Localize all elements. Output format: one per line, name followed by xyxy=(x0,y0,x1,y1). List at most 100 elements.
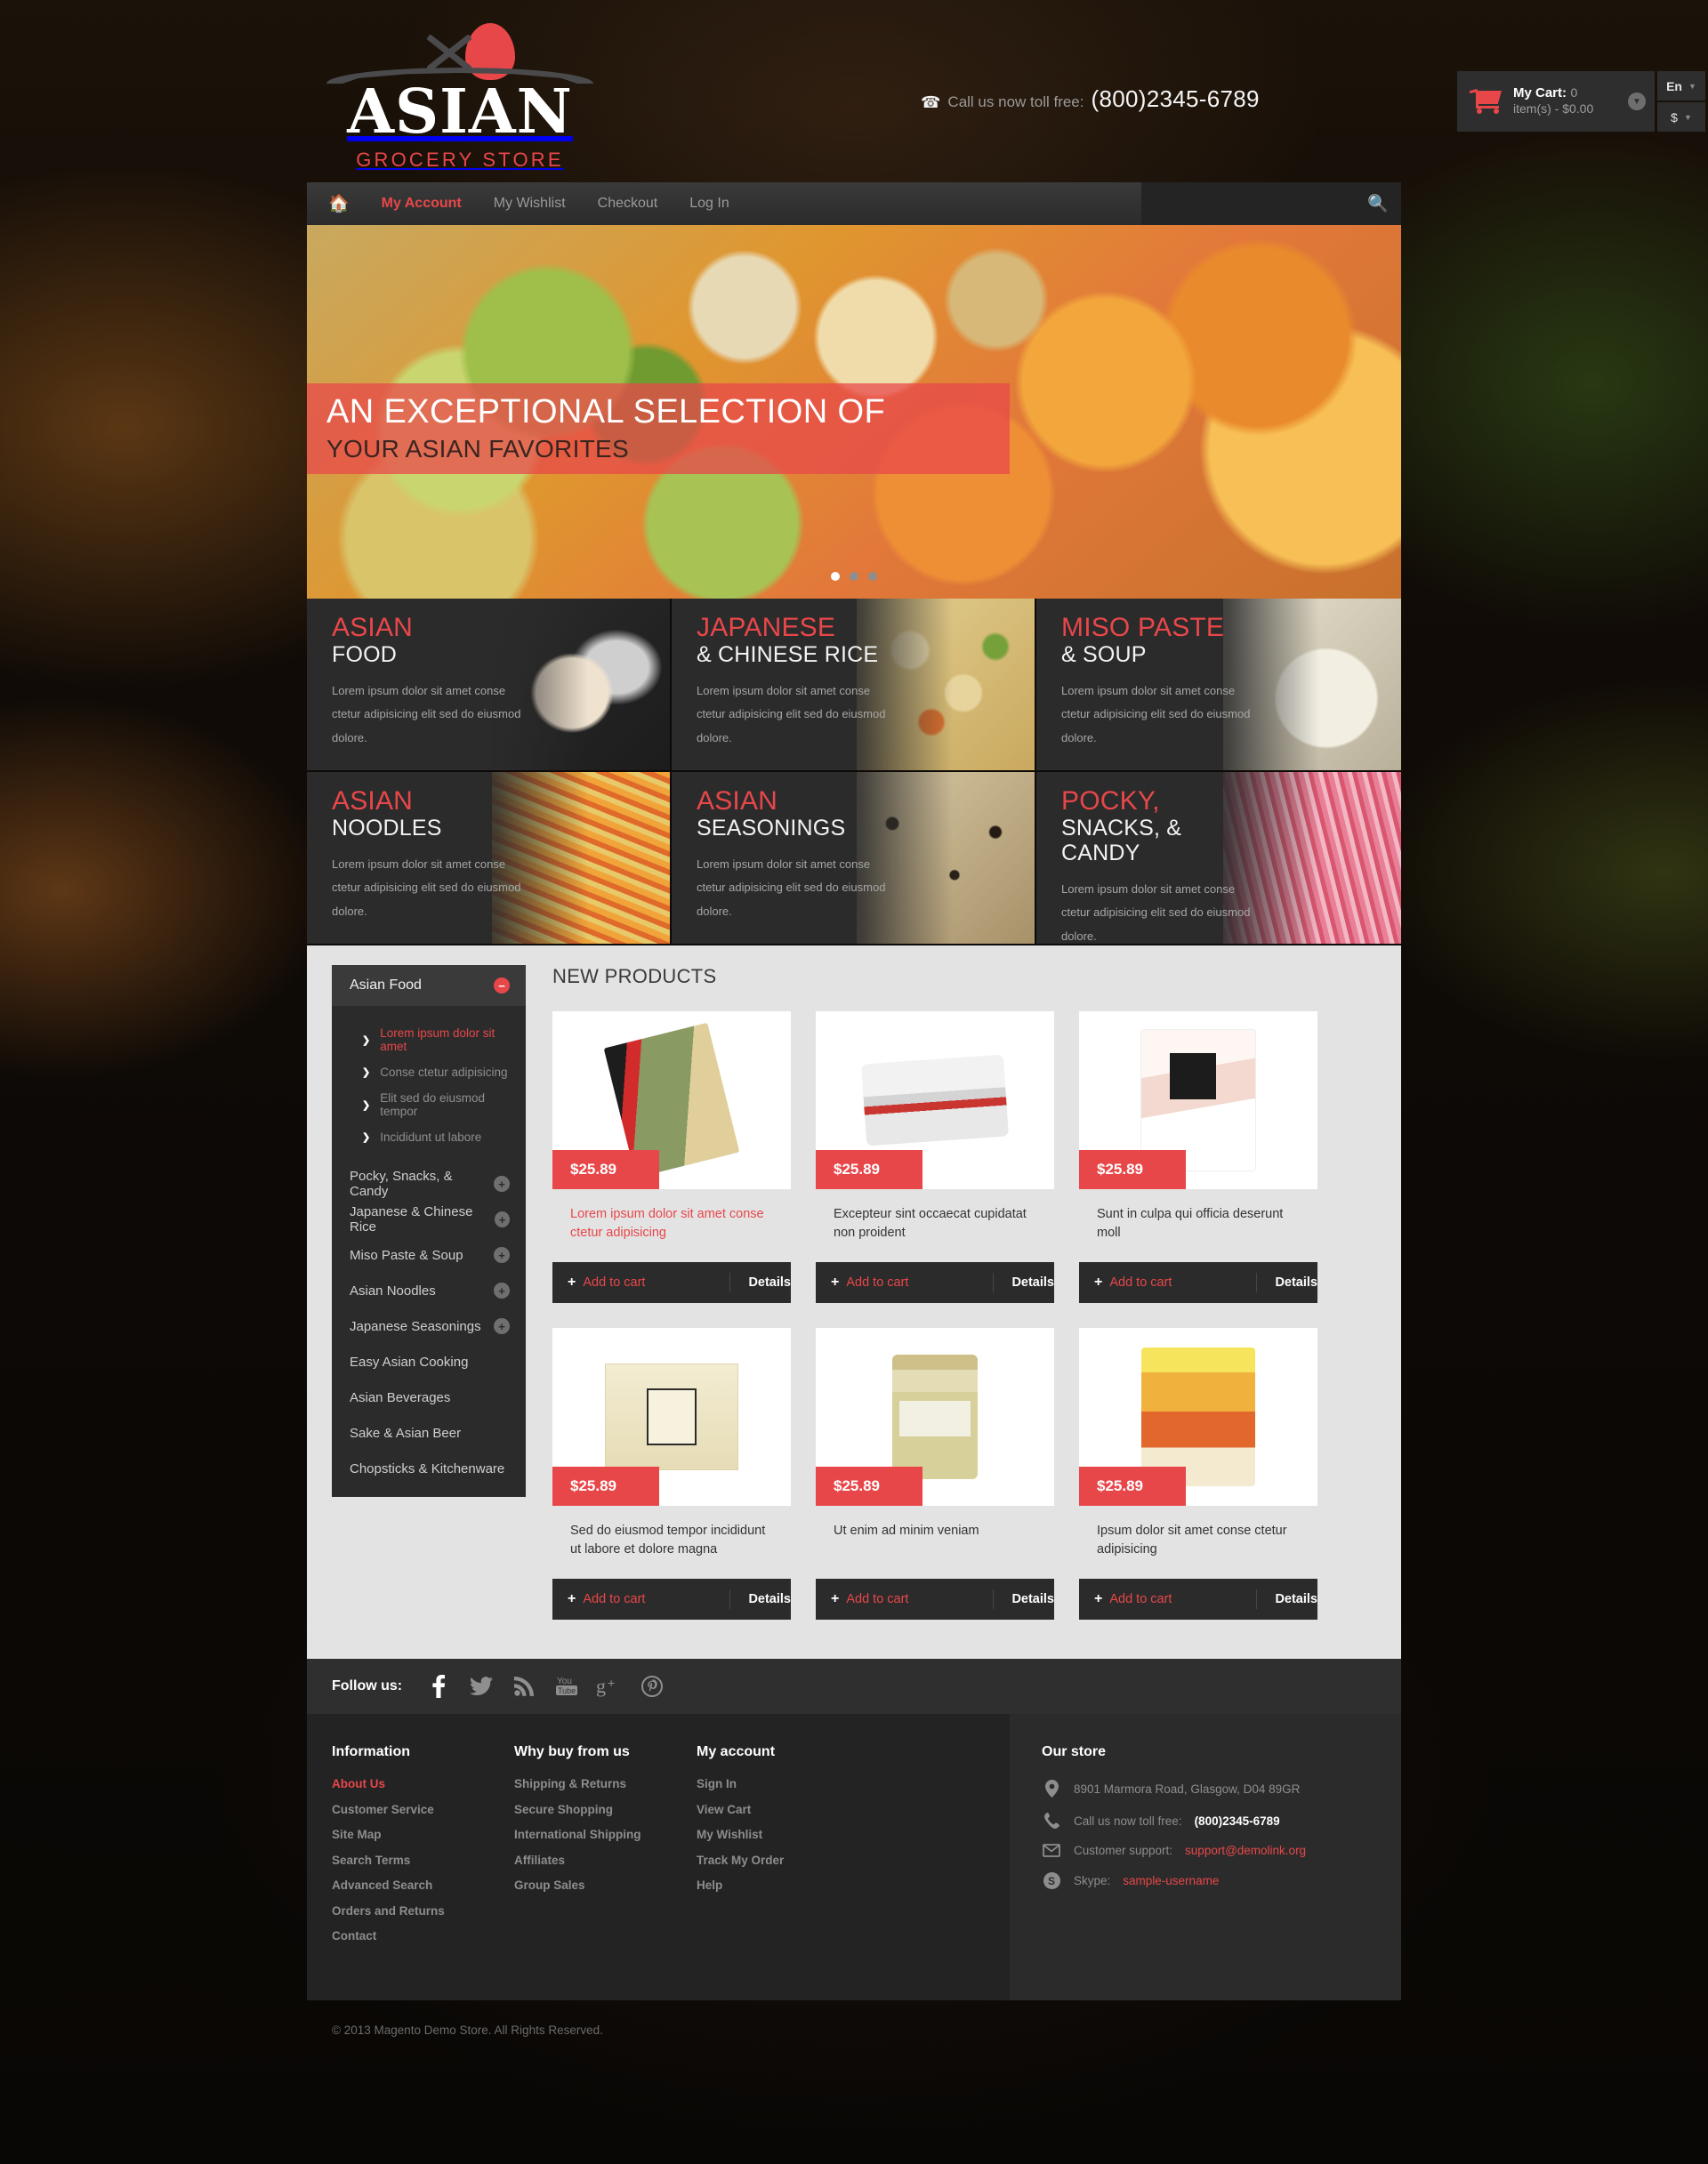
product-name[interactable]: Lorem ipsum dolor sit amet conse ctetur … xyxy=(570,1205,773,1243)
nav-item-my-account[interactable]: My Account xyxy=(366,196,478,212)
store-support-email[interactable]: support@demolink.org xyxy=(1185,1844,1306,1857)
list-item[interactable]: ❯ Elit sed do eiusmod tempor xyxy=(332,1085,526,1124)
category-tile-japanese-chinese-rice[interactable]: JAPANESE & CHINESE RICE Lorem ipsum dolo… xyxy=(672,599,1036,772)
sidebar-item-pocky-snacks-candy[interactable]: Pocky, Snacks, & Candy + xyxy=(332,1166,526,1202)
details-button[interactable]: Details xyxy=(994,1592,1054,1606)
hero-dot-3[interactable] xyxy=(868,572,877,581)
product-card[interactable]: $25.89 Ut enim ad minim veniam + Add to … xyxy=(816,1328,1054,1621)
product-name[interactable]: Ut enim ad minim veniam xyxy=(834,1522,1036,1541)
product-image[interactable]: $25.89 xyxy=(816,1328,1054,1507)
currency-select[interactable]: $ ▼ xyxy=(1657,102,1705,132)
plus-icon[interactable]: + xyxy=(494,1247,510,1263)
plus-icon[interactable]: + xyxy=(494,1318,510,1334)
product-name[interactable]: Sed do eiusmod tempor incididunt ut labo… xyxy=(570,1522,773,1559)
product-card[interactable]: $25.89 Ipsum dolor sit amet conse ctetur… xyxy=(1079,1328,1317,1621)
list-item[interactable]: ❯ Incididunt ut labore xyxy=(332,1124,526,1150)
product-image[interactable]: $25.89 xyxy=(816,1011,1054,1189)
pinterest-icon[interactable] xyxy=(633,1671,671,1701)
add-to-cart-button[interactable]: + Add to cart xyxy=(1079,1589,1258,1610)
product-image[interactable]: $25.89 xyxy=(552,1011,791,1189)
category-tile-asian-seasonings[interactable]: ASIAN SEASONINGS Lorem ipsum dolor sit a… xyxy=(672,772,1036,945)
product-card[interactable]: $25.89 Sed do eiusmod tempor incididunt … xyxy=(552,1328,791,1621)
details-button[interactable]: Details xyxy=(1257,1275,1317,1290)
footer-link[interactable]: Site Map xyxy=(332,1829,514,1841)
home-icon[interactable]: 🏠 xyxy=(307,196,366,213)
nav-item-my-wishlist[interactable]: My Wishlist xyxy=(478,196,582,212)
category-tile-miso-paste-soup[interactable]: MISO PASTE & SOUP Lorem ipsum dolor sit … xyxy=(1036,599,1401,772)
footer-link[interactable]: Shipping & Returns xyxy=(514,1778,697,1790)
hero-dot-1[interactable] xyxy=(831,572,840,581)
sidebar-item-asian-beverages[interactable]: Asian Beverages xyxy=(332,1380,526,1415)
footer-link[interactable]: View Cart xyxy=(697,1804,919,1816)
list-item[interactable]: ❯ Lorem ipsum dolor sit amet xyxy=(332,1020,526,1059)
product-card[interactable]: $25.89 Excepteur sint occaecat cupidatat… xyxy=(816,1011,1054,1304)
plus-icon[interactable]: + xyxy=(494,1176,510,1192)
search-icon[interactable]: 🔍 xyxy=(1355,182,1401,225)
twitter-icon[interactable] xyxy=(463,1671,500,1701)
sidebar-item-miso-paste-soup[interactable]: Miso Paste & Soup + xyxy=(332,1237,526,1273)
youtube-icon[interactable]: You Tube xyxy=(548,1671,585,1701)
facebook-icon[interactable] xyxy=(420,1671,457,1701)
footer-link[interactable]: Sign In xyxy=(697,1778,919,1790)
details-button[interactable]: Details xyxy=(730,1592,791,1606)
footer-link[interactable]: Advanced Search xyxy=(332,1879,514,1892)
product-image[interactable]: $25.89 xyxy=(1079,1328,1317,1507)
footer-link[interactable]: My Wishlist xyxy=(697,1829,919,1841)
search-input[interactable] xyxy=(1141,182,1355,225)
site-logo[interactable]: ASIAN GROCERY STORE xyxy=(318,16,602,172)
sidebar-item-asian-food[interactable]: Asian Food − xyxy=(332,965,526,1006)
language-select[interactable]: En ▼ xyxy=(1657,71,1705,101)
sidebar-item-chopsticks-kitchenware[interactable]: Chopsticks & Kitchenware xyxy=(332,1451,526,1486)
product-card[interactable]: $25.89 Lorem ipsum dolor sit amet conse … xyxy=(552,1011,791,1304)
details-button[interactable]: Details xyxy=(994,1275,1054,1290)
product-card[interactable]: $25.89 Sunt in culpa qui officia deserun… xyxy=(1079,1011,1317,1304)
footer-link[interactable]: Affiliates xyxy=(514,1854,697,1867)
nav-item-log-in[interactable]: Log In xyxy=(673,196,745,212)
footer-link[interactable]: Search Terms xyxy=(332,1854,514,1867)
chevron-down-icon[interactable]: ▼ xyxy=(1628,93,1646,110)
add-to-cart-button[interactable]: + Add to cart xyxy=(552,1273,731,1293)
plus-icon[interactable]: + xyxy=(494,1283,510,1299)
list-item[interactable]: ❯ Conse ctetur adipisicing xyxy=(332,1059,526,1085)
sidebar-item-japanese-seasonings[interactable]: Japanese Seasonings + xyxy=(332,1308,526,1344)
add-to-cart-button[interactable]: + Add to cart xyxy=(816,1589,995,1610)
footer-link[interactable]: Help xyxy=(697,1879,919,1892)
store-skype-value[interactable]: sample-username xyxy=(1123,1874,1219,1887)
category-tile-asian-food[interactable]: ASIAN FOOD Lorem ipsum dolor sit amet co… xyxy=(307,599,672,772)
category-tile-pocky-snacks-candy[interactable]: POCKY, SNACKS, & CANDY Lorem ipsum dolor… xyxy=(1036,772,1401,945)
footer-link[interactable]: International Shipping xyxy=(514,1829,697,1841)
nav-item-checkout[interactable]: Checkout xyxy=(582,196,674,212)
product-name[interactable]: Sunt in culpa qui officia deserunt moll xyxy=(1097,1205,1300,1243)
add-to-cart-button[interactable]: + Add to cart xyxy=(1079,1273,1258,1293)
footer-link[interactable]: About Us xyxy=(332,1778,514,1790)
sidebar-item-japanese-chinese-rice[interactable]: Japanese & Chinese Rice + xyxy=(332,1202,526,1237)
footer-link[interactable]: Track My Order xyxy=(697,1854,919,1867)
details-button[interactable]: Details xyxy=(1257,1592,1317,1606)
plus-icon[interactable]: + xyxy=(495,1211,510,1227)
product-image[interactable]: $25.89 xyxy=(1079,1011,1317,1189)
sidebar-item-sake-asian-beer[interactable]: Sake & Asian Beer xyxy=(332,1415,526,1451)
details-button[interactable]: Details xyxy=(730,1275,791,1290)
product-image[interactable]: $25.89 xyxy=(552,1328,791,1507)
hero-slider[interactable]: AN EXCEPTIONAL SELECTION OF YOUR ASIAN F… xyxy=(307,225,1401,599)
sidebar-sub-label: Conse ctetur adipisicing xyxy=(380,1066,508,1079)
site-wrapper: ASIAN GROCERY STORE ☎ Call us now toll f… xyxy=(307,0,1705,2063)
add-to-cart-button[interactable]: + Add to cart xyxy=(816,1273,995,1293)
footer-link[interactable]: Customer Service xyxy=(332,1804,514,1816)
footer-link[interactable]: Orders and Returns xyxy=(332,1905,514,1918)
product-name[interactable]: Excepteur sint occaecat cupidatat non pr… xyxy=(834,1205,1036,1243)
rss-icon[interactable] xyxy=(505,1671,543,1701)
hero-dot-2[interactable] xyxy=(850,572,858,581)
footer-link[interactable]: Contact xyxy=(332,1930,514,1943)
footer-link[interactable]: Secure Shopping xyxy=(514,1804,697,1816)
google-plus-icon[interactable]: g + xyxy=(591,1671,628,1701)
mini-cart[interactable]: My Cart: 0 item(s) - $0.00 ▼ xyxy=(1457,71,1655,132)
footer-link[interactable]: Group Sales xyxy=(514,1879,697,1892)
add-to-cart-button[interactable]: + Add to cart xyxy=(552,1589,731,1610)
product-name[interactable]: Ipsum dolor sit amet conse ctetur adipis… xyxy=(1097,1522,1300,1559)
category-tile-asian-noodles[interactable]: ASIAN NOODLES Lorem ipsum dolor sit amet… xyxy=(307,772,672,945)
sidebar-item-label: Miso Paste & Soup xyxy=(350,1247,463,1263)
sidebar-item-asian-noodles[interactable]: Asian Noodles + xyxy=(332,1273,526,1308)
minus-icon[interactable]: − xyxy=(494,977,510,994)
sidebar-item-easy-asian-cooking[interactable]: Easy Asian Cooking xyxy=(332,1344,526,1380)
